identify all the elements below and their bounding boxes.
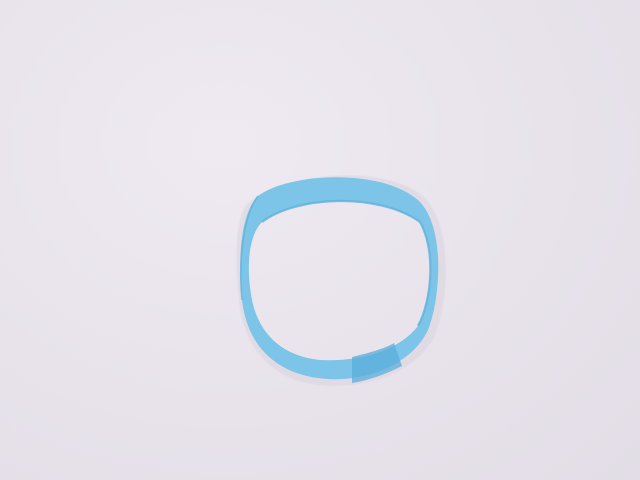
band-inner-edge <box>261 199 432 327</box>
photo-scene <box>0 0 640 480</box>
loop-band <box>240 177 439 380</box>
loop-illustration <box>236 175 446 386</box>
